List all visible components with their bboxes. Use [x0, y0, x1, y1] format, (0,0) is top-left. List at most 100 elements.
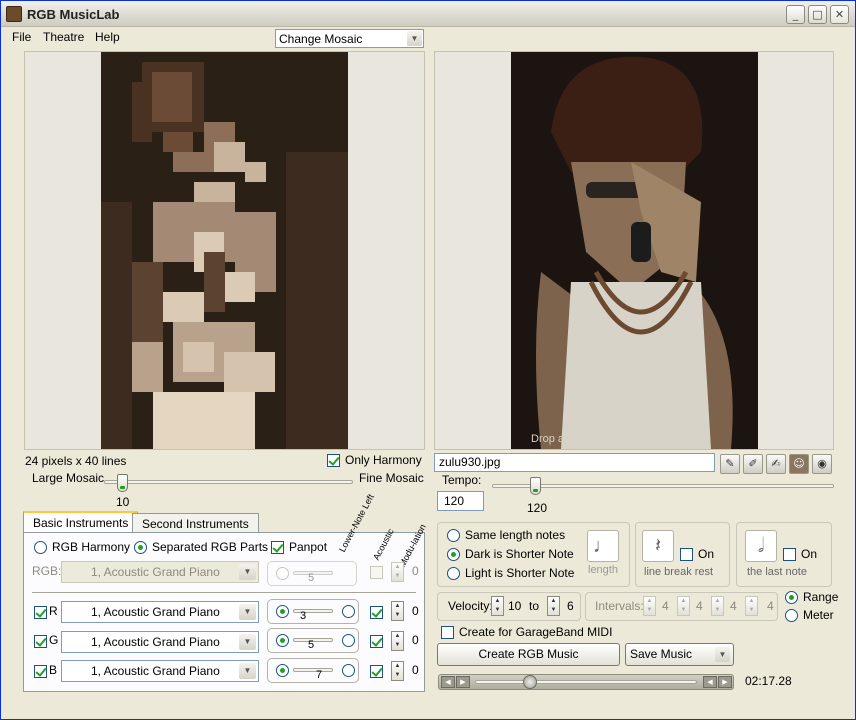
dark-shorter-label: Dark is Shorter Note	[465, 547, 574, 561]
divider	[32, 592, 416, 593]
b-pan-value: 7	[316, 669, 323, 681]
same-length-radio[interactable]	[447, 529, 460, 542]
rgb-pan-value: 5	[308, 572, 315, 584]
tempo-field[interactable]: 120	[437, 491, 484, 511]
face-icon[interactable]: ☺	[789, 454, 809, 474]
r-modulation-spinner[interactable]: ▲ ▼	[391, 601, 404, 621]
player-seek-thumb[interactable]	[523, 675, 537, 689]
b-pan-right-radio[interactable]	[342, 664, 355, 677]
rgb-instrument-value: 1, Acoustic Grand Piano	[91, 565, 220, 579]
interval-2-value: 4	[696, 599, 703, 613]
r-acoustic-checkbox[interactable]	[370, 606, 383, 619]
light-shorter-radio[interactable]	[447, 567, 460, 580]
menu-theatre[interactable]: Theatre	[43, 30, 84, 44]
filename-field[interactable]: zulu930.jpg	[434, 453, 715, 472]
play-icon[interactable]: ▶	[456, 676, 470, 688]
velocity-from-spinner[interactable]: ▲ ▼	[491, 596, 504, 616]
mosaic-slider-thumb[interactable]	[117, 474, 128, 492]
range-radio[interactable]	[785, 591, 798, 604]
quarter-note-icon[interactable]: ♩	[587, 530, 619, 562]
change-mosaic-select[interactable]: Change Mosaic ▼	[275, 29, 424, 48]
r-instrument-combo[interactable]: 1, Acoustic Grand Piano ▼	[61, 601, 259, 623]
edit-image-icon[interactable]: ✎	[720, 454, 740, 474]
rgb-modulation-spinner: ▲ ▼	[391, 562, 404, 582]
window-title: RGB MusicLab	[27, 7, 120, 22]
rgb-harmony-radio[interactable]	[34, 541, 47, 554]
forward-icon[interactable]: ▶	[718, 676, 732, 688]
dark-shorter-radio[interactable]	[447, 548, 460, 561]
interval-4-value: 4	[767, 599, 774, 613]
menu-help[interactable]: Help	[95, 30, 120, 44]
line-break-on-checkbox[interactable]	[680, 548, 693, 561]
create-rgb-music-button[interactable]: Create RGB Music	[437, 643, 620, 666]
velocity-to-value: 6	[567, 599, 574, 613]
player-seek-track[interactable]	[475, 680, 697, 684]
rgb-harmony-label: RGB Harmony	[52, 540, 131, 554]
r-pan-right-radio[interactable]	[342, 605, 355, 618]
only-harmony-checkbox[interactable]	[327, 454, 340, 467]
g-acoustic-checkbox[interactable]	[370, 635, 383, 648]
b-instrument-combo[interactable]: 1, Acoustic Grand Piano ▼	[61, 660, 259, 682]
menu-file[interactable]: File	[12, 30, 31, 44]
g-channel-checkbox[interactable]	[34, 635, 47, 648]
g-modulation-spinner[interactable]: ▲ ▼	[391, 631, 404, 651]
app-icon	[6, 6, 22, 22]
r-channel-checkbox[interactable]	[34, 606, 47, 619]
chevron-down-icon: ▼	[407, 31, 422, 46]
meter-label: Meter	[803, 608, 834, 622]
mosaic-slider-track[interactable]	[104, 480, 353, 484]
tempo-slider-track[interactable]	[492, 484, 834, 488]
half-note-icon[interactable]: 𝅗𝅥	[745, 530, 777, 562]
r-pan-left-radio[interactable]	[276, 605, 289, 618]
rewind-icon[interactable]: ◀	[703, 676, 717, 688]
line-break-on-label: On	[698, 547, 715, 561]
title-bar: RGB MusicLab _ □ ✕	[1, 1, 855, 27]
g-pan-value: 5	[308, 639, 315, 651]
elapsed-time: 02:17.28	[745, 674, 792, 688]
b-pan-track[interactable]	[293, 668, 333, 672]
tab-basic-instruments[interactable]: Basic Instruments	[23, 511, 139, 533]
b-modulation-spinner[interactable]: ▲ ▼	[391, 661, 404, 681]
interval-2-spinner: ▲ ▼	[677, 596, 690, 616]
velocity-to-spinner[interactable]: ▲ ▼	[547, 596, 560, 616]
last-note-label: the last note	[747, 566, 807, 578]
intervals-label: Intervals:	[595, 599, 644, 613]
close-button[interactable]: ✕	[830, 5, 849, 24]
interval-3-spinner: ▲ ▼	[711, 596, 724, 616]
chevron-down-icon: ▼	[239, 604, 256, 620]
tab-second-instruments[interactable]: Second Instruments	[132, 513, 259, 533]
drop-hint-text: Drop an Image here or Click here.	[531, 433, 697, 445]
panpot-checkbox[interactable]	[271, 541, 284, 554]
separated-rgb-radio[interactable]	[134, 541, 147, 554]
chevron-down-icon: ▼	[715, 647, 730, 662]
paint-icon[interactable]: ✐	[743, 454, 763, 474]
b-channel-label: B	[49, 663, 58, 677]
image-drop-zone[interactable]: Drop an Image here or Click here.	[434, 51, 834, 450]
g-pan-right-radio[interactable]	[342, 634, 355, 647]
tempo-slider-thumb[interactable]	[530, 477, 541, 495]
r-channel-label: R	[49, 604, 58, 618]
g-pan-left-radio[interactable]	[276, 634, 289, 647]
velocity-label: Velocity:	[448, 599, 493, 613]
fine-mosaic-label: Fine Mosaic	[359, 471, 424, 485]
garageband-label: Create for GarageBand MIDI	[459, 625, 613, 639]
b-pan-left-radio[interactable]	[276, 664, 289, 677]
rgb-modulation-value: 0	[412, 564, 419, 578]
rest-icon[interactable]: 𝄽	[642, 530, 674, 562]
b-channel-checkbox[interactable]	[34, 665, 47, 678]
prev-icon[interactable]: ◀	[441, 676, 455, 688]
rgb-instrument-combo: 1, Acoustic Grand Piano ▼	[61, 561, 259, 583]
brush-icon[interactable]: ✍	[766, 454, 786, 474]
g-instrument-combo[interactable]: 1, Acoustic Grand Piano ▼	[61, 631, 259, 653]
large-mosaic-label: Large Mosaic	[32, 471, 105, 485]
last-note-on-checkbox[interactable]	[783, 548, 796, 561]
minimize-button[interactable]: _	[786, 5, 805, 24]
garageband-checkbox[interactable]	[441, 626, 454, 639]
camera-icon[interactable]: ◉	[812, 454, 832, 474]
maximize-button[interactable]: □	[808, 5, 827, 24]
b-acoustic-checkbox[interactable]	[370, 665, 383, 678]
save-music-button[interactable]: Save Music ▼	[625, 643, 734, 666]
app-window: RGB MusicLab _ □ ✕ File Theatre Help Cha…	[0, 0, 856, 720]
r-pan-track[interactable]	[293, 609, 333, 613]
meter-radio[interactable]	[785, 609, 798, 622]
